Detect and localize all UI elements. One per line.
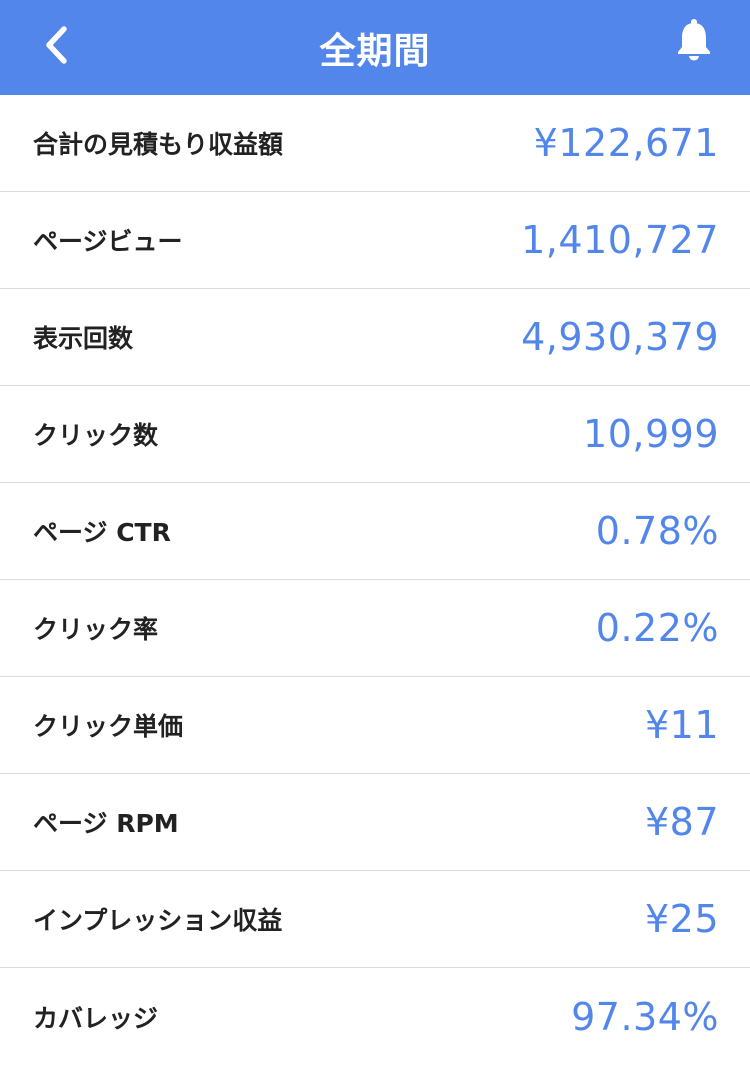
bell-icon (678, 19, 710, 61)
metric-label: クリック単価 (33, 712, 184, 741)
notifications-button[interactable] (674, 17, 714, 63)
metric-row-cpc[interactable]: クリック単価 ¥11 (0, 677, 750, 774)
metric-label: ページビュー (33, 227, 183, 256)
metric-value: ¥25 (644, 897, 719, 941)
metric-value: 4,930,379 (521, 315, 719, 359)
navigation-bar: 全期間 (0, 0, 750, 95)
metric-value: ¥122,671 (533, 121, 719, 165)
metric-value: 10,999 (583, 412, 719, 456)
metric-row-page-rpm[interactable]: ページ RPM ¥87 (0, 774, 750, 871)
metric-value: 0.22% (595, 606, 719, 650)
metric-row-ctr[interactable]: クリック率 0.22% (0, 580, 750, 677)
metric-value: 0.78% (595, 509, 719, 553)
metrics-list: 合計の見積もり収益額 ¥122,671 ページビュー 1,410,727 表示回… (0, 95, 750, 1065)
page-title: 全期間 (319, 30, 431, 72)
metric-row-impression-earnings[interactable]: インプレッション収益 ¥25 (0, 871, 750, 968)
metric-row-estimated-earnings[interactable]: 合計の見積もり収益額 ¥122,671 (0, 95, 750, 192)
metric-label: ページ RPM (33, 809, 179, 838)
metric-row-page-ctr[interactable]: ページ CTR 0.78% (0, 483, 750, 580)
metric-label: カバレッジ (33, 1003, 159, 1033)
back-button[interactable] (34, 22, 80, 68)
metric-label: クリック数 (33, 421, 159, 450)
metric-value: 97.34% (571, 994, 719, 1039)
metric-label: クリック率 (33, 615, 159, 644)
metric-label: インプレッション収益 (33, 906, 283, 935)
metric-row-clicks[interactable]: クリック数 10,999 (0, 386, 750, 483)
metric-label: 表示回数 (33, 324, 134, 353)
metric-value: 1,410,727 (521, 218, 719, 262)
metric-row-impressions[interactable]: 表示回数 4,930,379 (0, 289, 750, 386)
metric-value: ¥11 (644, 703, 719, 747)
metric-label: 合計の見積もり収益額 (33, 130, 284, 159)
metric-label: ページ CTR (33, 518, 171, 547)
metric-value: ¥87 (644, 800, 719, 844)
chevron-left-icon (46, 26, 67, 64)
metric-row-coverage[interactable]: カバレッジ 97.34% (0, 968, 750, 1065)
metric-row-page-views[interactable]: ページビュー 1,410,727 (0, 192, 750, 289)
